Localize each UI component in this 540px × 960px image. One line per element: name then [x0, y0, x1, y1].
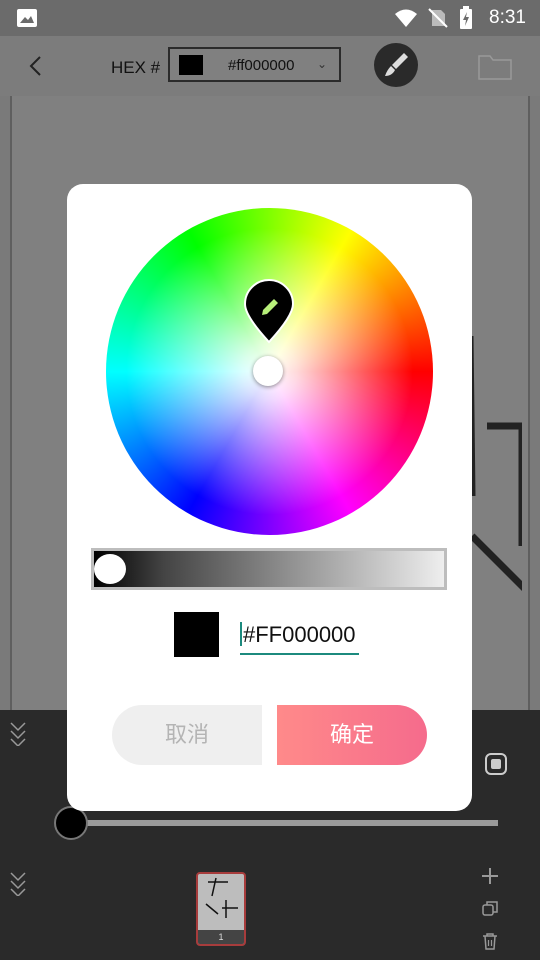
brightness-slider[interactable]	[91, 548, 447, 590]
hex-input[interactable]: #FF000000	[240, 619, 359, 655]
hex-label: HEX #	[111, 58, 161, 77]
confirm-button[interactable]: 确定	[277, 705, 427, 765]
no-sim-icon	[428, 8, 448, 28]
hex-input-value: #FF000000	[243, 622, 356, 647]
double-chevron-down-icon[interactable]	[8, 720, 28, 746]
brush-icon	[385, 53, 408, 76]
battery-charging-icon	[460, 6, 472, 29]
cancel-button[interactable]: 取消	[112, 705, 262, 765]
status-bar: 8:31	[0, 0, 540, 36]
color-pin-marker[interactable]	[243, 278, 295, 344]
layer-number: 1	[198, 930, 244, 944]
chevron-down-icon: ⌄	[316, 57, 327, 71]
trash-icon[interactable]	[481, 932, 499, 950]
copy-icon[interactable]	[482, 901, 498, 917]
layer-preview	[205, 877, 238, 918]
gallery-notification-icon	[17, 9, 37, 27]
hex-value: #ff000000	[228, 57, 295, 74]
layer-toggle-icon[interactable]	[484, 752, 508, 776]
status-time: 8:31	[489, 7, 526, 28]
color-preview-swatch	[174, 612, 219, 657]
color-wheel-knob[interactable]	[253, 356, 283, 386]
brightness-slider-knob[interactable]	[94, 554, 126, 584]
hex-color-dropdown[interactable]: #ff000000 ⌄	[168, 47, 341, 82]
folder-icon[interactable]	[478, 52, 512, 80]
double-chevron-down-icon[interactable]	[8, 870, 28, 896]
wifi-icon	[395, 9, 417, 27]
size-slider-track[interactable]	[70, 820, 498, 826]
plus-icon[interactable]	[480, 866, 500, 886]
size-slider-knob[interactable]	[54, 806, 88, 840]
back-arrow-icon[interactable]	[26, 55, 46, 77]
brush-button[interactable]	[374, 43, 418, 87]
color-swatch	[179, 55, 203, 75]
layer-thumbnail[interactable]: 1	[196, 872, 246, 946]
